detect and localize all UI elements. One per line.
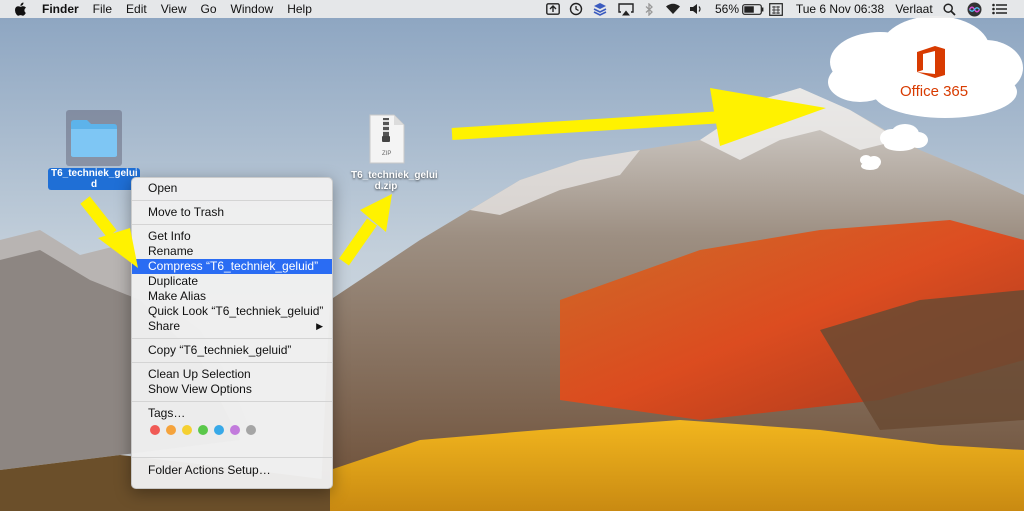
user-name[interactable]: Verlaat [892,0,936,18]
apple-menu-icon[interactable] [14,0,28,18]
cloud-small [860,155,881,170]
stack-layers-icon[interactable] [592,0,608,18]
arrow-to-office365 [451,88,826,146]
wifi-icon[interactable] [664,0,682,18]
keyboard-input-icon[interactable] [768,0,784,18]
arrow-to-compress [80,196,138,268]
menu-edit[interactable]: Edit [126,2,147,16]
menu-help[interactable]: Help [287,2,312,16]
airplay-icon[interactable] [617,0,635,18]
arrow-to-zip [339,194,392,266]
desktop: Office 365 T6_techniek_gelui d ZIP T6_te… [0,0,1024,511]
menu-bar: Finder File Edit View Go Window Help 56% [0,0,1024,18]
time-machine-icon[interactable] [568,0,584,18]
battery-percentage[interactable]: 56% [714,0,740,18]
battery-icon[interactable] [741,0,765,18]
bluetooth-icon[interactable] [642,0,656,18]
clock[interactable]: Tue 6 Nov 06:38 [792,0,888,18]
cloud-medium [880,124,928,151]
menu-app-name[interactable]: Finder [42,2,79,16]
menu-go[interactable]: Go [201,2,217,16]
annotation-arrows [80,16,1023,268]
office365-icon [917,46,945,78]
volume-icon[interactable] [688,0,704,18]
menu-window[interactable]: Window [231,2,274,16]
notification-center-icon[interactable] [990,0,1008,18]
siri-icon[interactable] [965,0,983,18]
menu-file[interactable]: File [93,2,112,16]
menu-view[interactable]: View [161,2,187,16]
screen-share-icon[interactable] [545,0,561,18]
office365-label: Office 365 [900,83,969,100]
spotlight-search-icon[interactable] [941,0,957,18]
